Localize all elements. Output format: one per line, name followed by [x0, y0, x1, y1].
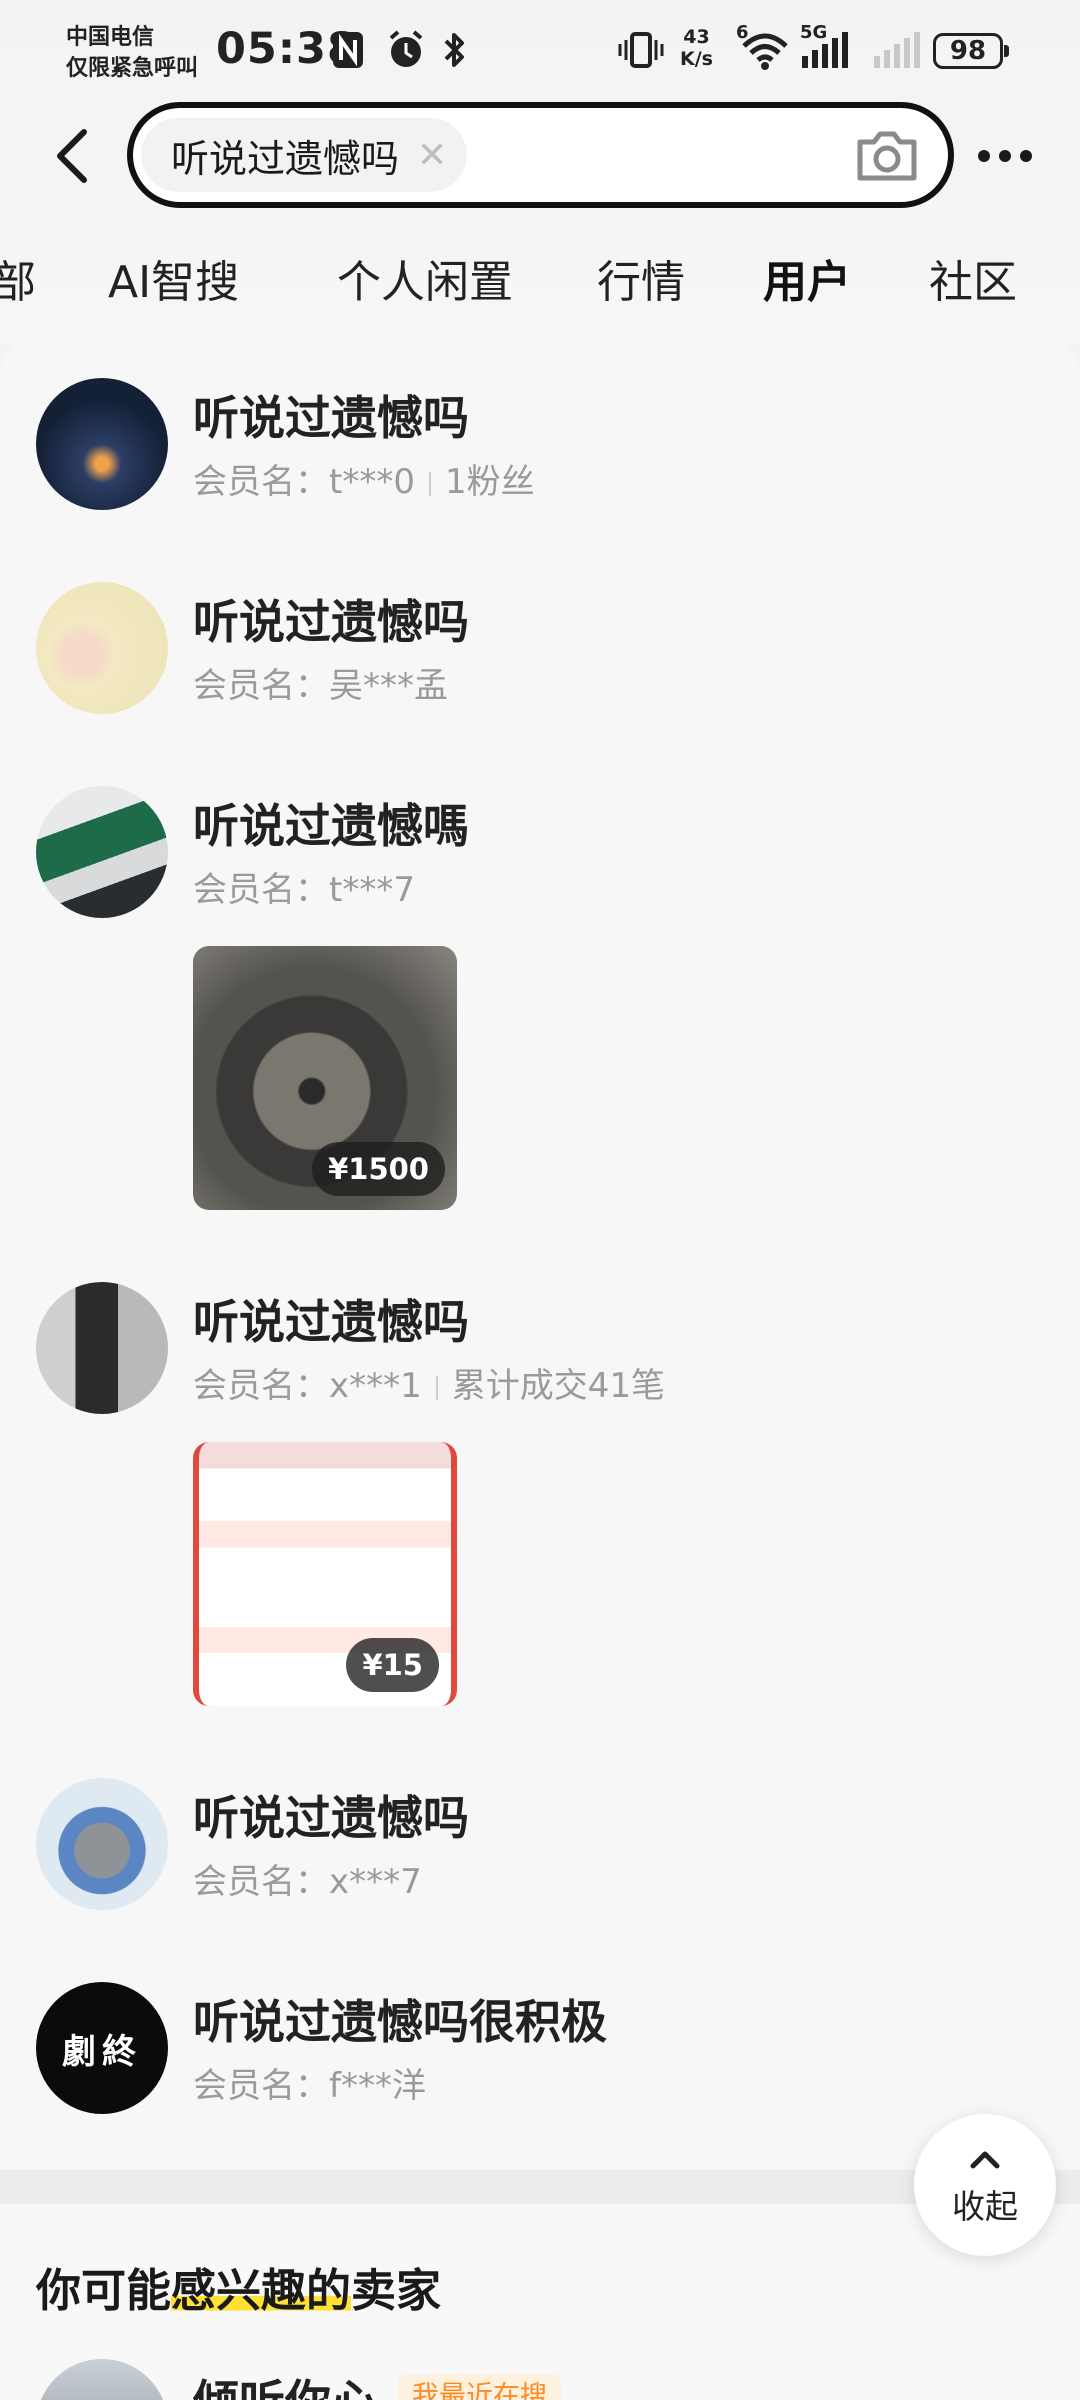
recommended-sellers: 你可能感兴趣的卖家 倾听你心 我最近在搜: [0, 2204, 1080, 2400]
member-id: 吴***孟: [329, 666, 448, 706]
user-name: 听说过遗憾吗: [193, 1295, 469, 1349]
user-row[interactable]: 听说过遗憾嗎 会员名：t***7 ¥1500: [0, 786, 1080, 1216]
tab-users[interactable]: 用户: [763, 248, 851, 318]
user-meta: 会员名：x***7: [193, 1854, 422, 1903]
item-thumbnail[interactable]: ¥15: [193, 1442, 457, 1706]
recent-search-tag: 我最近在搜: [398, 2374, 561, 2400]
user-row[interactable]: 劇終 听说过遗憾吗很积极 会员名：f***洋: [0, 1982, 1080, 2132]
chevron-up-icon: [970, 2151, 1000, 2169]
user-row[interactable]: 听说过遗憾吗 会员名：吴***孟: [0, 582, 1080, 732]
avatar[interactable]: [36, 2359, 168, 2400]
avatar[interactable]: [36, 1282, 168, 1414]
user-results: 听说过遗憾吗 会员名：t***0 1粉丝 听说过遗憾吗 会员名：吴***孟 听说过…: [0, 340, 1080, 2170]
camera-icon[interactable]: [854, 126, 920, 184]
avatar-text: 劇終: [62, 2031, 142, 2072]
vibrate-icon: [618, 32, 664, 68]
tab-personal-items[interactable]: 个人闲置: [337, 248, 513, 318]
member-label: 会员名：: [193, 870, 329, 910]
wifi-icon: [742, 33, 788, 70]
network-speed-unit: K/s: [680, 48, 713, 70]
deal-count: 累计成交41笔: [451, 1366, 666, 1406]
user-name: 听说过遗憾吗: [193, 391, 469, 445]
network-speed-value: 43: [683, 26, 710, 48]
user-name: 听说过遗憾嗎: [193, 799, 469, 853]
tab-community[interactable]: 社区: [929, 248, 1017, 318]
title-prefix: 你可能: [36, 2264, 172, 2317]
title-highlight: 感兴趣的: [171, 2264, 352, 2317]
user-meta: 会员名：f***洋: [193, 2058, 426, 2107]
tab-market[interactable]: 行情: [597, 248, 685, 318]
avatar[interactable]: [36, 582, 168, 714]
search-query: 听说过遗憾吗: [171, 136, 400, 181]
collapse-label: 收起: [952, 2187, 1018, 2226]
user-name: 听说过遗憾吗很积极: [193, 1995, 607, 2049]
member-label: 会员名：: [193, 462, 329, 502]
member-label: 会员名：: [193, 1366, 329, 1406]
back-icon[interactable]: [50, 126, 94, 186]
section-title: 你可能感兴趣的卖家: [36, 2254, 441, 2319]
member-id: t***0: [329, 462, 415, 502]
more-icon[interactable]: [978, 150, 1032, 162]
member-id: f***洋: [329, 2066, 426, 2106]
tab-all[interactable]: 部: [0, 248, 36, 318]
alarm-icon: [389, 30, 423, 67]
item-price: ¥1500: [312, 1142, 445, 1196]
signal-icon: [802, 30, 848, 68]
item-thumbnail[interactable]: ¥1500: [193, 946, 457, 1210]
user-row[interactable]: 听说过遗憾吗 会员名：x***1 累计成交41笔 ¥15: [0, 1282, 1080, 1712]
member-label: 会员名：: [193, 666, 329, 706]
avatar[interactable]: [36, 378, 168, 510]
collapse-button[interactable]: 收起: [914, 2114, 1056, 2256]
fans-count: 1粉丝: [444, 462, 535, 502]
user-name: 听说过遗憾吗: [193, 595, 469, 649]
member-id: x***1: [329, 1366, 422, 1406]
network-speed: 43 K/s: [680, 26, 713, 70]
avatar[interactable]: [36, 786, 168, 918]
tab-ai-search[interactable]: AI智搜: [108, 248, 239, 318]
status-bar: 中国电信 仅限紧急呼叫 05:38 43 K/s 6 5G 98: [0, 0, 1080, 100]
member-id: x***7: [329, 1862, 422, 1902]
carrier-status: 仅限紧急呼叫: [66, 56, 199, 81]
nfc-icon: [333, 32, 363, 68]
member-label: 会员名：: [193, 2066, 329, 2106]
item-price: ¥15: [346, 1638, 439, 1692]
search-input[interactable]: 听说过遗憾吗 ✕: [127, 102, 954, 208]
carrier-name: 中国电信: [66, 25, 155, 50]
avatar[interactable]: 劇終: [36, 1982, 168, 2114]
search-query-chip[interactable]: 听说过遗憾吗 ✕: [141, 118, 468, 192]
search-tabs: 部 AI智搜 个人闲置 行情 用户 社区: [0, 248, 1080, 318]
signal-icon-sim2: [874, 30, 920, 68]
user-meta: 会员名：吴***孟: [193, 658, 448, 707]
user-meta: 会员名：t***0 1粉丝: [193, 454, 535, 503]
user-name: 听说过遗憾吗: [193, 1791, 469, 1845]
title-suffix: 卖家: [351, 2264, 442, 2317]
user-row[interactable]: 听说过遗憾吗 会员名：x***7: [0, 1778, 1080, 1928]
bluetooth-icon: [444, 33, 464, 67]
battery-icon: 98: [933, 33, 1009, 69]
user-row[interactable]: 听说过遗憾吗 会员名：t***0 1粉丝: [0, 378, 1080, 528]
avatar[interactable]: [36, 1778, 168, 1910]
clear-icon[interactable]: ✕: [417, 135, 447, 176]
carrier-info: 中国电信 仅限紧急呼叫: [66, 22, 198, 84]
member-label: 会员名：: [193, 1862, 329, 1902]
user-meta: 会员名：t***7: [193, 862, 415, 911]
user-meta: 会员名：x***1 累计成交41笔: [193, 1358, 665, 1407]
member-id: t***7: [329, 870, 415, 910]
seller-name[interactable]: 倾听你心: [193, 2366, 377, 2400]
